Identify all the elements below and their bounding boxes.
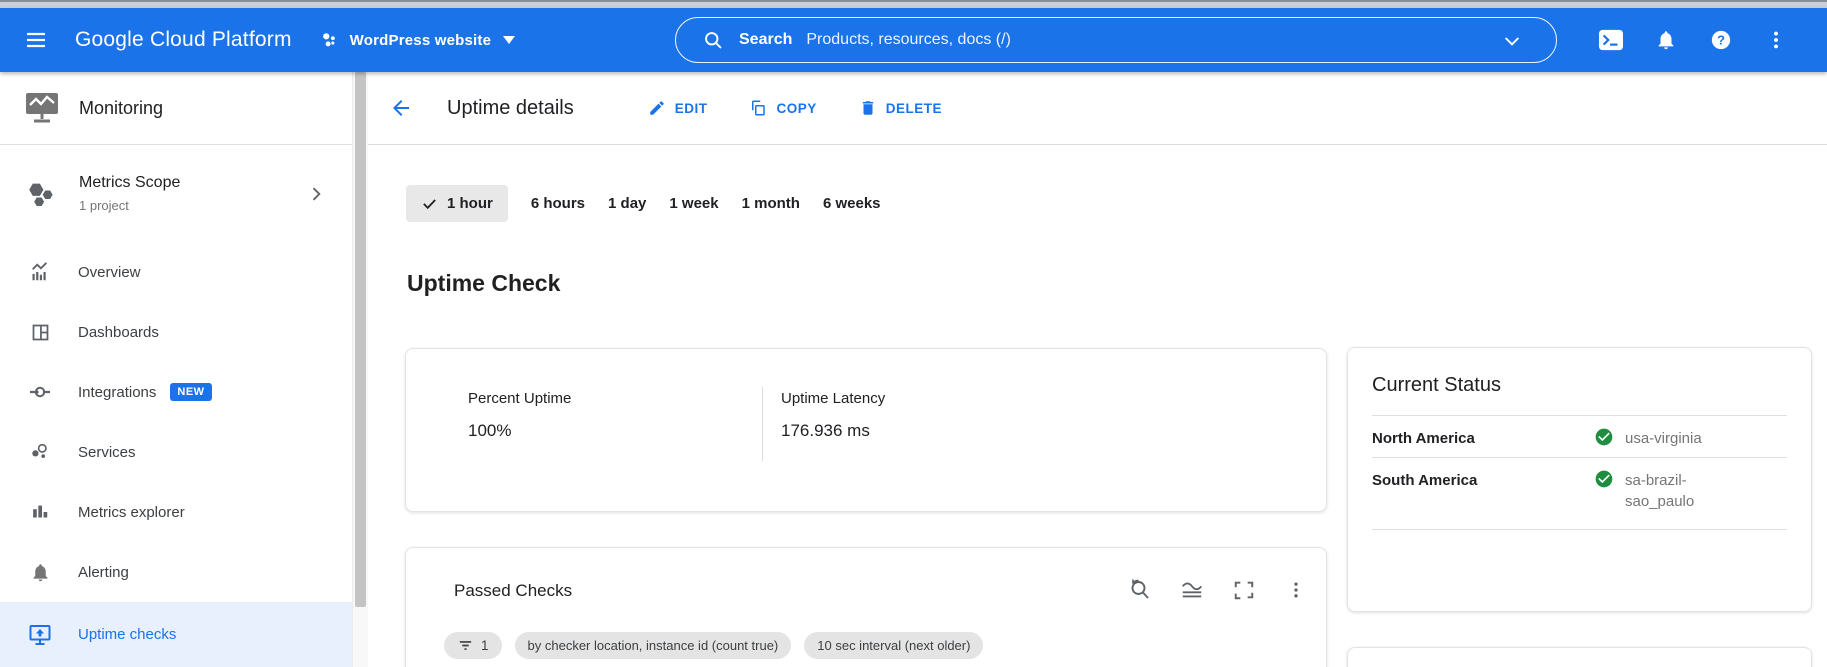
sidebar-item-overview[interactable]: Overview [0, 242, 352, 302]
sidebar-header: Monitoring [0, 72, 352, 145]
content-scrollbar[interactable] [352, 72, 368, 667]
metrics-scope-sublabel: 1 project [79, 198, 129, 213]
more-options-icon[interactable] [1284, 578, 1308, 602]
status-row-north-america: North America usa-virginia [1372, 415, 1787, 457]
sidebar-item-integrations[interactable]: Integrations NEW [0, 362, 352, 422]
passed-checks-title: Passed Checks [454, 581, 573, 600]
search-label: Search [739, 31, 793, 48]
delete-button[interactable]: DELETE [859, 99, 942, 117]
check-circle-icon [1595, 428, 1613, 446]
time-range-1-day[interactable]: 1 day [608, 195, 646, 212]
overview-icon [28, 260, 52, 284]
column-divider [762, 387, 763, 461]
uptime-latency-label: Uptime Latency [781, 390, 886, 407]
interval-chip[interactable]: 10 sec interval (next older) [804, 632, 984, 659]
svg-text:?: ? [1717, 33, 1725, 48]
product-logo[interactable]: Google Cloud Platform [75, 28, 292, 52]
status-divider [1372, 529, 1787, 530]
metrics-scope-label: Metrics Scope [79, 174, 181, 191]
services-icon [28, 440, 52, 464]
back-arrow-icon[interactable] [388, 95, 414, 121]
status-row-south-america: South America sa-brazil-sao_paulo [1372, 457, 1787, 529]
sidebar-title: Monitoring [79, 97, 164, 118]
chevron-down-icon[interactable] [1502, 31, 1522, 51]
metrics-scope-icon [25, 177, 59, 211]
check-circle-icon [1595, 470, 1613, 488]
project-caret-icon [503, 36, 516, 44]
sidebar: Monitoring Metrics Scope 1 project Overv… [0, 72, 352, 667]
region-label: North America [1372, 430, 1475, 447]
current-status-card: Current Status North America usa-virgini… [1347, 347, 1812, 612]
page-header: Uptime details EDIT COPY DELETE [368, 72, 1827, 145]
alerting-bell-icon [28, 560, 52, 584]
sidebar-item-uptime-checks[interactable]: Uptime checks [0, 602, 352, 667]
line-style-icon[interactable] [1180, 578, 1204, 602]
current-status-title: Current Status [1372, 374, 1501, 396]
fullscreen-icon[interactable] [1232, 578, 1256, 602]
browser-edge-strip [0, 0, 1827, 8]
scrollbar-thumb[interactable] [355, 72, 366, 607]
hamburger-menu-icon[interactable] [22, 26, 50, 54]
main-content: Uptime details EDIT COPY DELETE 1 hour 6… [368, 72, 1827, 667]
checker-name: usa-virginia [1625, 430, 1702, 447]
project-icon [318, 29, 340, 51]
notifications-bell-icon[interactable] [1654, 28, 1678, 52]
integrations-icon [28, 380, 52, 404]
time-range-1-month[interactable]: 1 month [742, 195, 800, 212]
page-title: Uptime details [447, 96, 574, 119]
time-range-1-hour[interactable]: 1 hour [406, 185, 508, 222]
uptime-checks-icon [28, 623, 52, 647]
next-card-partial [1347, 647, 1812, 667]
monitoring-icon [22, 91, 62, 125]
copy-icon [752, 100, 766, 116]
sidebar-item-metrics-explorer[interactable]: Metrics explorer [0, 482, 352, 542]
time-range-6-weeks[interactable]: 6 weeks [823, 195, 881, 212]
copy-button[interactable]: COPY [749, 99, 816, 117]
help-icon[interactable]: ? [1709, 28, 1733, 52]
search-input[interactable]: Search Products, resources, docs (/) [675, 17, 1557, 63]
region-label: South America [1372, 472, 1478, 489]
section-title: Uptime Check [407, 270, 561, 296]
passed-checks-card: Passed Checks 1 by checker location, ins… [405, 547, 1327, 667]
trash-icon [862, 101, 873, 115]
project-name: WordPress website [349, 31, 492, 49]
time-range-selector: 1 hour 6 hours 1 day 1 week 1 month 6 we… [406, 185, 881, 222]
sidebar-item-alerting[interactable]: Alerting [0, 542, 352, 602]
zoom-reset-icon[interactable] [1128, 578, 1152, 602]
time-range-6-hours[interactable]: 6 hours [531, 195, 585, 212]
filter-icon [459, 641, 472, 650]
metrics-explorer-icon [28, 500, 52, 524]
search-placeholder: Products, resources, docs (/) [806, 31, 1011, 48]
new-badge: NEW [170, 383, 212, 401]
time-range-1-week[interactable]: 1 week [669, 195, 718, 212]
uptime-latency-value: 176.936 ms [781, 421, 870, 440]
uptime-summary-card: Percent Uptime 100% Uptime Latency 176.9… [405, 348, 1327, 512]
sidebar-item-dashboards[interactable]: Dashboards [0, 302, 352, 362]
sidebar-item-services[interactable]: Services [0, 422, 352, 482]
search-icon [703, 30, 724, 51]
chevron-right-icon[interactable] [306, 184, 326, 204]
cloud-shell-icon[interactable] [1599, 28, 1623, 52]
app-bar: Google Cloud Platform WordPress website … [0, 8, 1827, 72]
project-selector[interactable]: WordPress website [318, 29, 516, 51]
grouping-chip[interactable]: by checker location, instance id (count … [514, 632, 792, 659]
percent-uptime-value: 100% [468, 421, 512, 440]
dashboards-icon [28, 320, 52, 344]
metrics-scope-selector[interactable]: Metrics Scope 1 project [0, 145, 352, 242]
check-icon [423, 199, 436, 210]
chart-chip-row: 1 by checker location, instance id (coun… [444, 632, 984, 659]
more-vert-icon[interactable] [1764, 28, 1788, 52]
checker-name: sa-brazil-sao_paulo [1625, 472, 1695, 510]
percent-uptime-label: Percent Uptime [468, 390, 572, 407]
edit-button[interactable]: EDIT [648, 99, 708, 117]
edit-pencil-icon [649, 101, 664, 115]
filter-chip[interactable]: 1 [444, 632, 502, 659]
